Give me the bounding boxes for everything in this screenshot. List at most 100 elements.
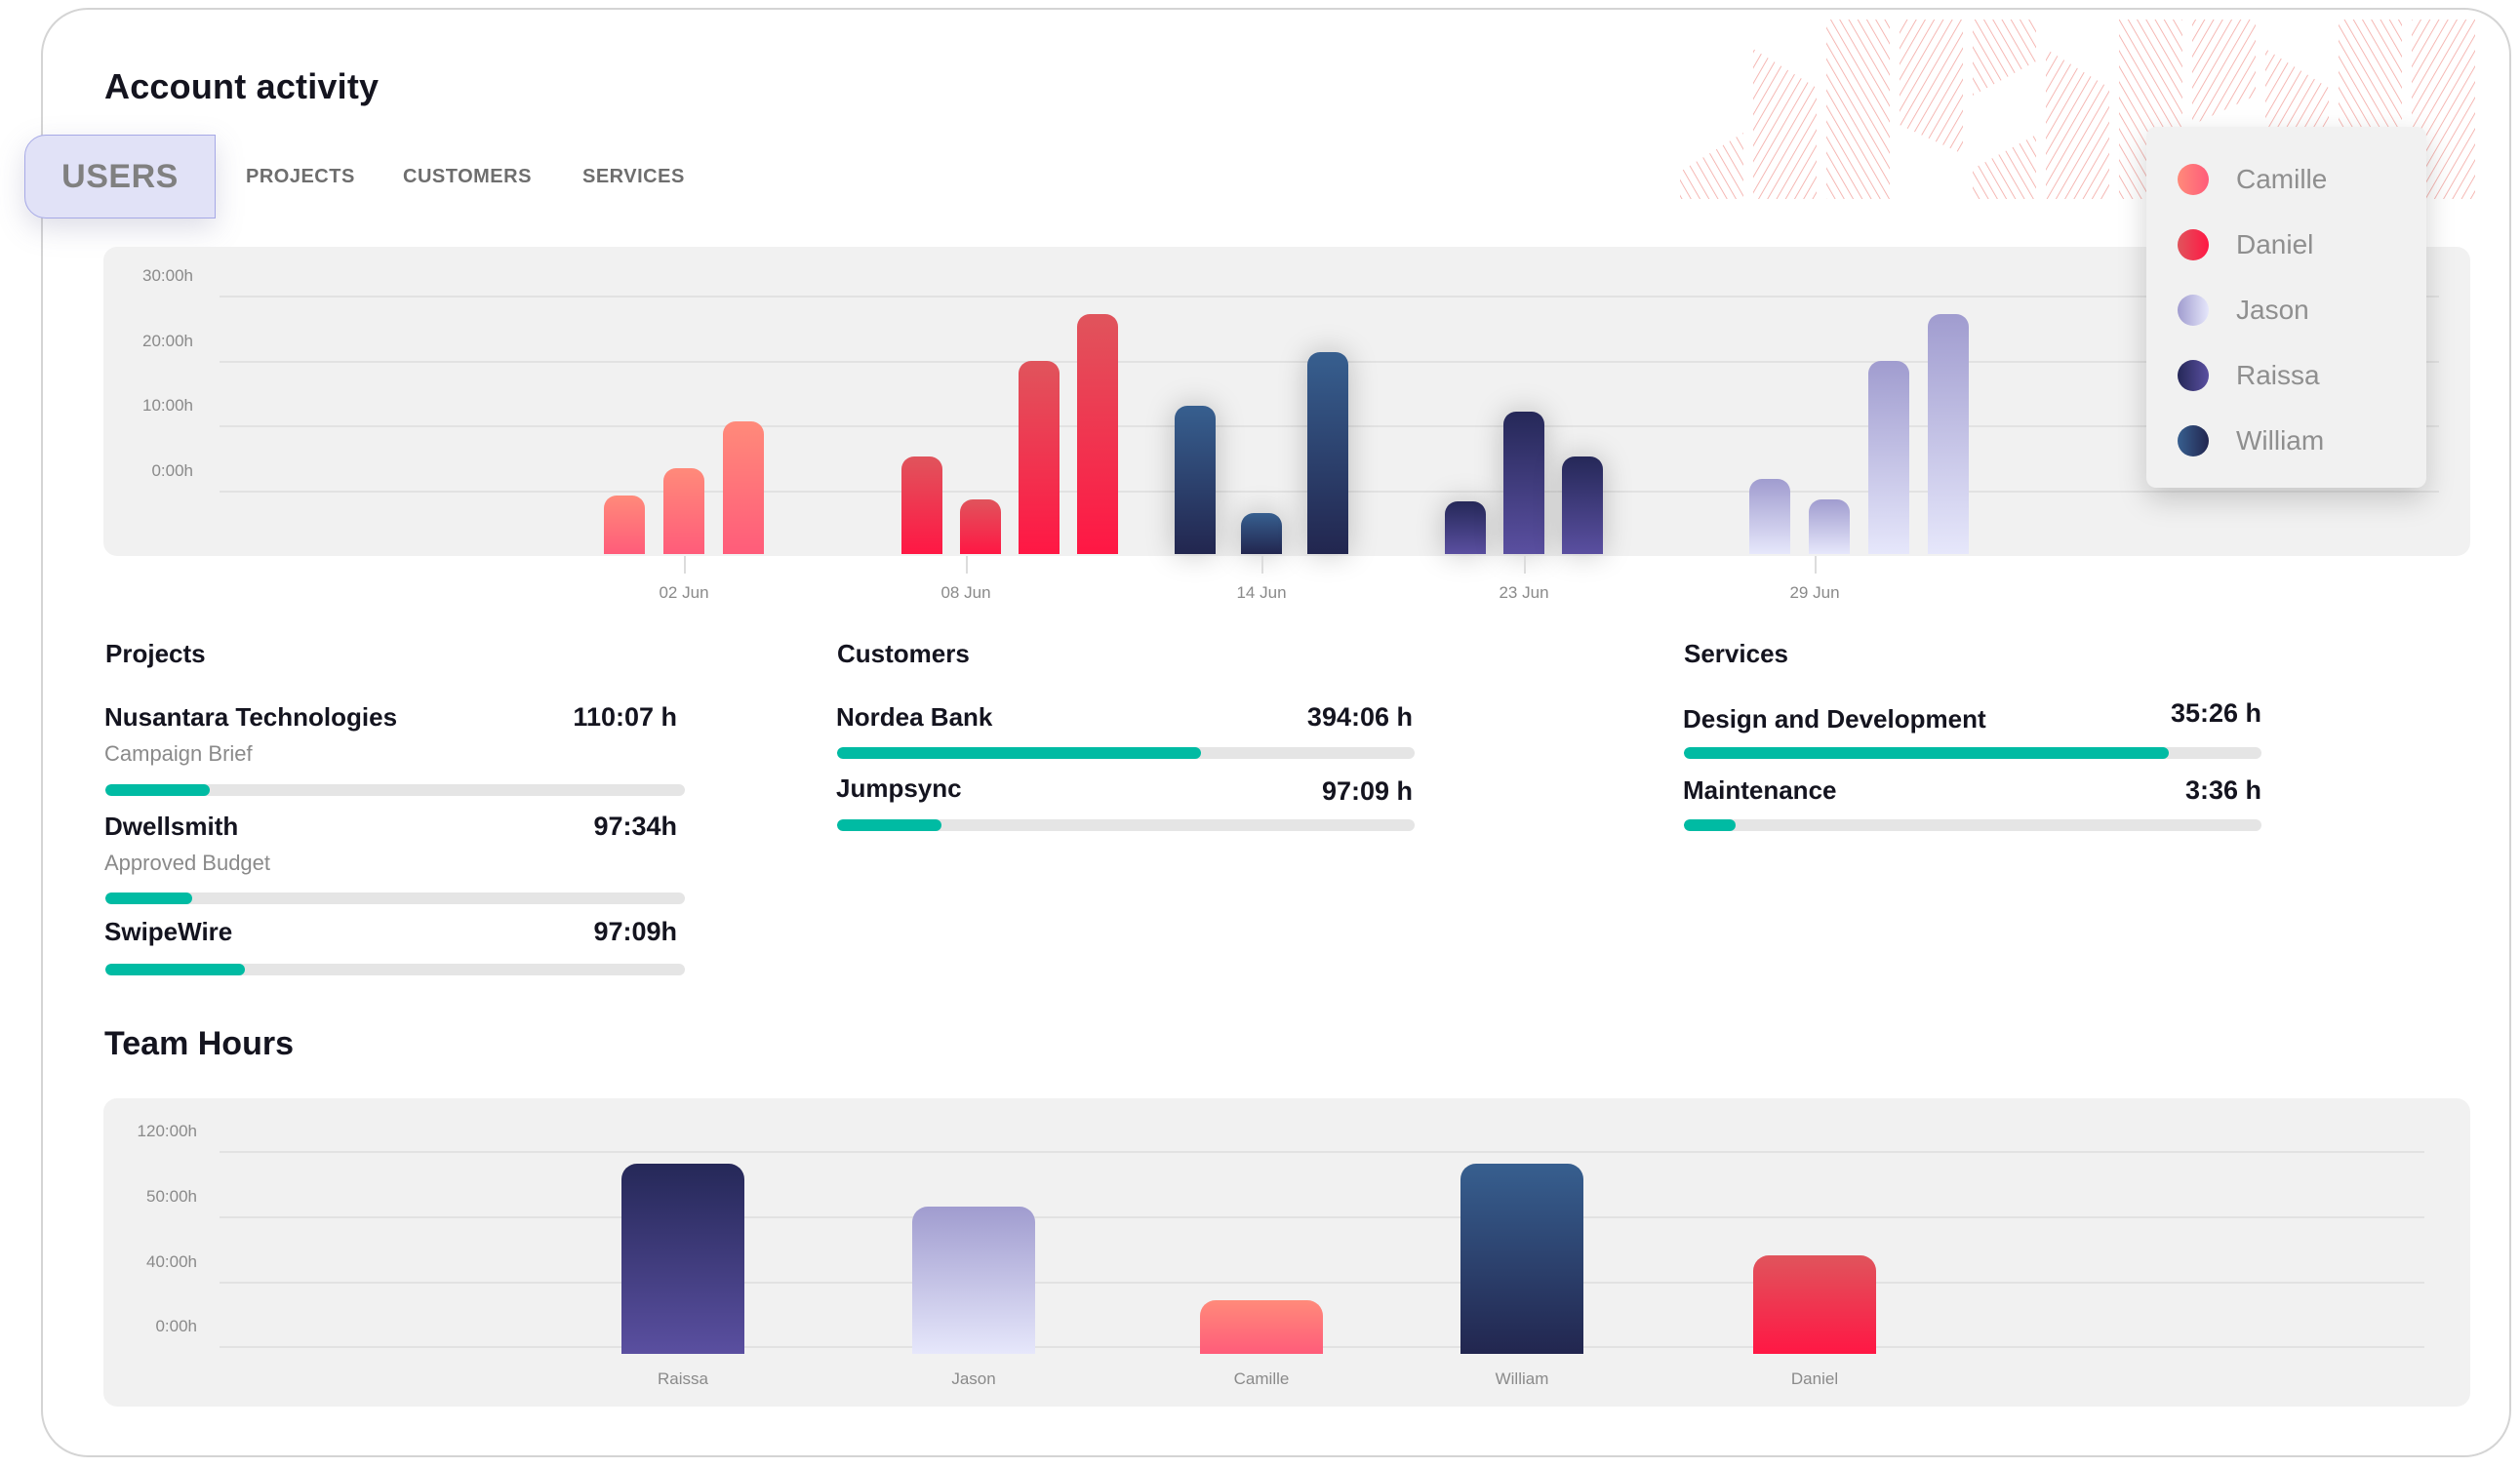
tab-services[interactable]: SERVICES — [582, 166, 685, 188]
customer-progress-track — [837, 747, 1415, 759]
bar-daniel — [1077, 314, 1118, 554]
tab-customers[interactable]: CUSTOMERS — [403, 166, 532, 188]
legend-dot-camille — [2178, 164, 2209, 195]
x-tick — [1261, 556, 1263, 574]
project-progress-fill — [105, 964, 245, 975]
bar-raissa — [1503, 412, 1544, 554]
legend-item-camille[interactable]: Camille — [2178, 164, 2327, 195]
services-title: Services — [1684, 639, 1788, 668]
x-axis-label: Raissa — [658, 1369, 708, 1388]
service-progress-fill — [1684, 819, 1737, 831]
tab-projects[interactable]: PROJECTS — [246, 166, 355, 188]
y-axis-label: 0:00h — [151, 461, 193, 480]
customers-title: Customers — [837, 639, 970, 668]
gridline — [220, 295, 2439, 298]
customer-name: Nordea Bank — [836, 702, 993, 732]
legend-dot-raissa — [2178, 360, 2209, 391]
team-bar-raissa — [621, 1163, 744, 1354]
project-progress-track — [105, 964, 685, 975]
x-axis-label: 23 Jun — [1499, 583, 1549, 602]
bar-jason — [1927, 314, 1969, 554]
bar-jason — [1808, 498, 1850, 554]
y-axis-label: 30:00h — [142, 265, 193, 285]
project-progress-track — [105, 784, 685, 796]
bar-daniel — [960, 498, 1001, 554]
team-bar-daniel — [1753, 1255, 1876, 1354]
gridline — [220, 1151, 2424, 1153]
bar-raissa — [1445, 500, 1486, 554]
team-bar-william — [1460, 1163, 1583, 1354]
project-name: Nusantara Technologies — [104, 702, 398, 732]
team-hours-title: Team Hours — [104, 1025, 294, 1062]
project-progress-fill — [105, 893, 193, 904]
y-axis-label: 0:00h — [155, 1317, 197, 1335]
bar-camille — [723, 421, 764, 554]
customer-progress-track — [837, 819, 1415, 831]
service-name: Maintenance — [1683, 775, 1837, 805]
customer-hours: 97:09 h — [1321, 776, 1413, 806]
service-hours: 35:26 h — [2170, 698, 2261, 728]
project-subtitle: Campaign Brief — [104, 741, 253, 766]
x-tick — [684, 556, 686, 574]
y-axis-label: 20:00h — [142, 331, 193, 350]
x-tick — [966, 556, 968, 574]
service-progress-fill — [1684, 747, 2170, 759]
legend-item-jason[interactable]: Jason — [2178, 295, 2309, 326]
project-progress-track — [105, 893, 685, 904]
bar-william — [1307, 351, 1348, 554]
x-tick — [1524, 556, 1526, 574]
y-axis-label: 40:00h — [146, 1252, 197, 1271]
service-name: Design and Development — [1683, 704, 1986, 734]
bar-daniel — [901, 456, 942, 554]
team-bar-camille — [1200, 1300, 1323, 1354]
project-subtitle: Approved Budget — [104, 851, 271, 875]
activity-chart-panel — [103, 247, 2470, 556]
bar-camille — [604, 495, 645, 554]
legend-label: Jason — [2236, 295, 2309, 325]
x-axis-label: Daniel — [1790, 1369, 1839, 1388]
bar-daniel — [1019, 360, 1060, 554]
bar-camille — [663, 468, 704, 554]
project-hours: 97:09h — [593, 917, 677, 946]
bar-william — [1175, 405, 1216, 554]
legend-label: Daniel — [2236, 229, 2314, 259]
legend-label: Camille — [2236, 164, 2328, 194]
bar-raissa — [1562, 456, 1603, 554]
legend-label: Raissa — [2236, 360, 2320, 390]
bar-jason — [1867, 360, 1909, 554]
project-hours: 110:07 h — [573, 702, 677, 732]
service-progress-track — [1684, 747, 2261, 759]
page-title: Account activity — [104, 66, 380, 106]
tab-users[interactable]: USERS — [24, 135, 216, 218]
legend-label: William — [2236, 425, 2325, 456]
chart-legend: Camille Daniel Jason Raissa William — [2146, 127, 2426, 488]
x-tick — [1815, 556, 1817, 574]
x-axis-label: Camille — [1233, 1369, 1290, 1388]
team-hours-panel — [103, 1098, 2470, 1407]
project-name: SwipeWire — [104, 917, 233, 946]
x-axis-label: 14 Jun — [1236, 583, 1287, 602]
y-axis-label: 10:00h — [142, 396, 193, 416]
bar-william — [1241, 513, 1282, 554]
legend-item-daniel[interactable]: Daniel — [2178, 229, 2313, 260]
legend-dot-jason — [2178, 295, 2209, 326]
x-axis-label: 08 Jun — [940, 583, 991, 602]
x-axis-label: 29 Jun — [1789, 583, 1840, 602]
legend-dot-daniel — [2178, 229, 2209, 260]
projects-title: Projects — [105, 639, 206, 668]
project-name: Dwellsmith — [104, 812, 239, 841]
customer-name: Jumpsync — [836, 774, 962, 803]
gridline — [220, 1216, 2424, 1218]
customer-progress-fill — [837, 747, 1201, 759]
y-axis-label: 120:00h — [137, 1122, 197, 1140]
gridline — [220, 1282, 2424, 1284]
y-axis-label: 50:00h — [146, 1187, 197, 1206]
x-axis-label: William — [1495, 1369, 1549, 1388]
legend-dot-william — [2178, 425, 2209, 456]
project-hours: 97:34h — [593, 812, 677, 841]
x-axis-label: Jason — [951, 1369, 996, 1388]
legend-item-william[interactable]: William — [2178, 425, 2324, 456]
legend-item-raissa[interactable]: Raissa — [2178, 360, 2320, 391]
bar-jason — [1748, 478, 1790, 554]
service-progress-track — [1684, 819, 2261, 831]
